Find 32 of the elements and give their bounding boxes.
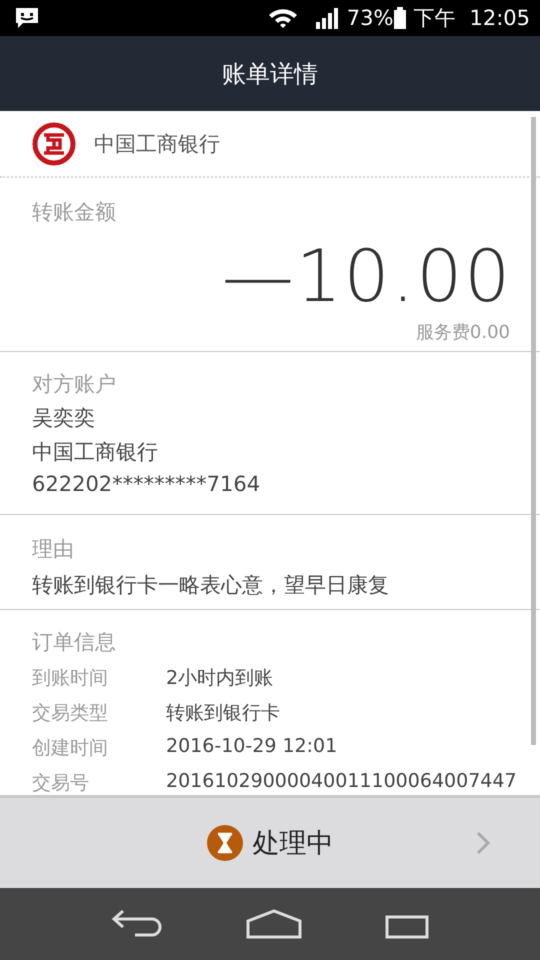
- field-label: 理由: [32, 536, 75, 563]
- info-label: 交易类型: [32, 701, 109, 726]
- time-period: 下午: [413, 5, 456, 32]
- info-label: 交易号: [32, 771, 90, 795]
- transfer-amount: —10.00: [222, 234, 512, 318]
- processing-status: 处理中: [252, 827, 334, 861]
- transfer-reason: 转账到银行卡一略表心意，望早日康复: [32, 572, 390, 599]
- account-detail: 中国工商银行: [32, 439, 159, 466]
- info-value: 转账到银行卡: [166, 701, 280, 726]
- battery-percent: 73%: [346, 6, 394, 30]
- home-icon[interactable]: [246, 909, 302, 939]
- hourglass-icon: [206, 825, 242, 861]
- bank-name: 中国工商银行: [94, 130, 220, 158]
- info-label: 创建时间: [32, 736, 109, 761]
- account-detail: 622202*********7164: [32, 472, 262, 496]
- signal-icon: [314, 7, 341, 29]
- clock-time: 12:05: [469, 6, 530, 30]
- service-fee: 服务费0.00: [416, 321, 510, 344]
- info-value: 20161029000040011100064007447: [166, 770, 517, 794]
- account-detail: 吴奕奕: [32, 405, 96, 432]
- back-icon[interactable]: [111, 909, 164, 939]
- bank-logo-icon: [32, 122, 76, 166]
- field-label: 订单信息: [32, 629, 117, 656]
- page-title: 账单详情: [222, 58, 318, 90]
- wifi-icon: [266, 7, 299, 29]
- message-icon: [14, 6, 40, 30]
- info-value: 2016-10-29 12:01: [166, 735, 338, 759]
- battery-icon: [393, 7, 408, 29]
- info-value: 2小时内到账: [166, 666, 274, 691]
- field-label: 对方账户: [32, 371, 117, 398]
- field-label: 转账金额: [32, 199, 117, 226]
- info-label: 到账时间: [32, 666, 109, 691]
